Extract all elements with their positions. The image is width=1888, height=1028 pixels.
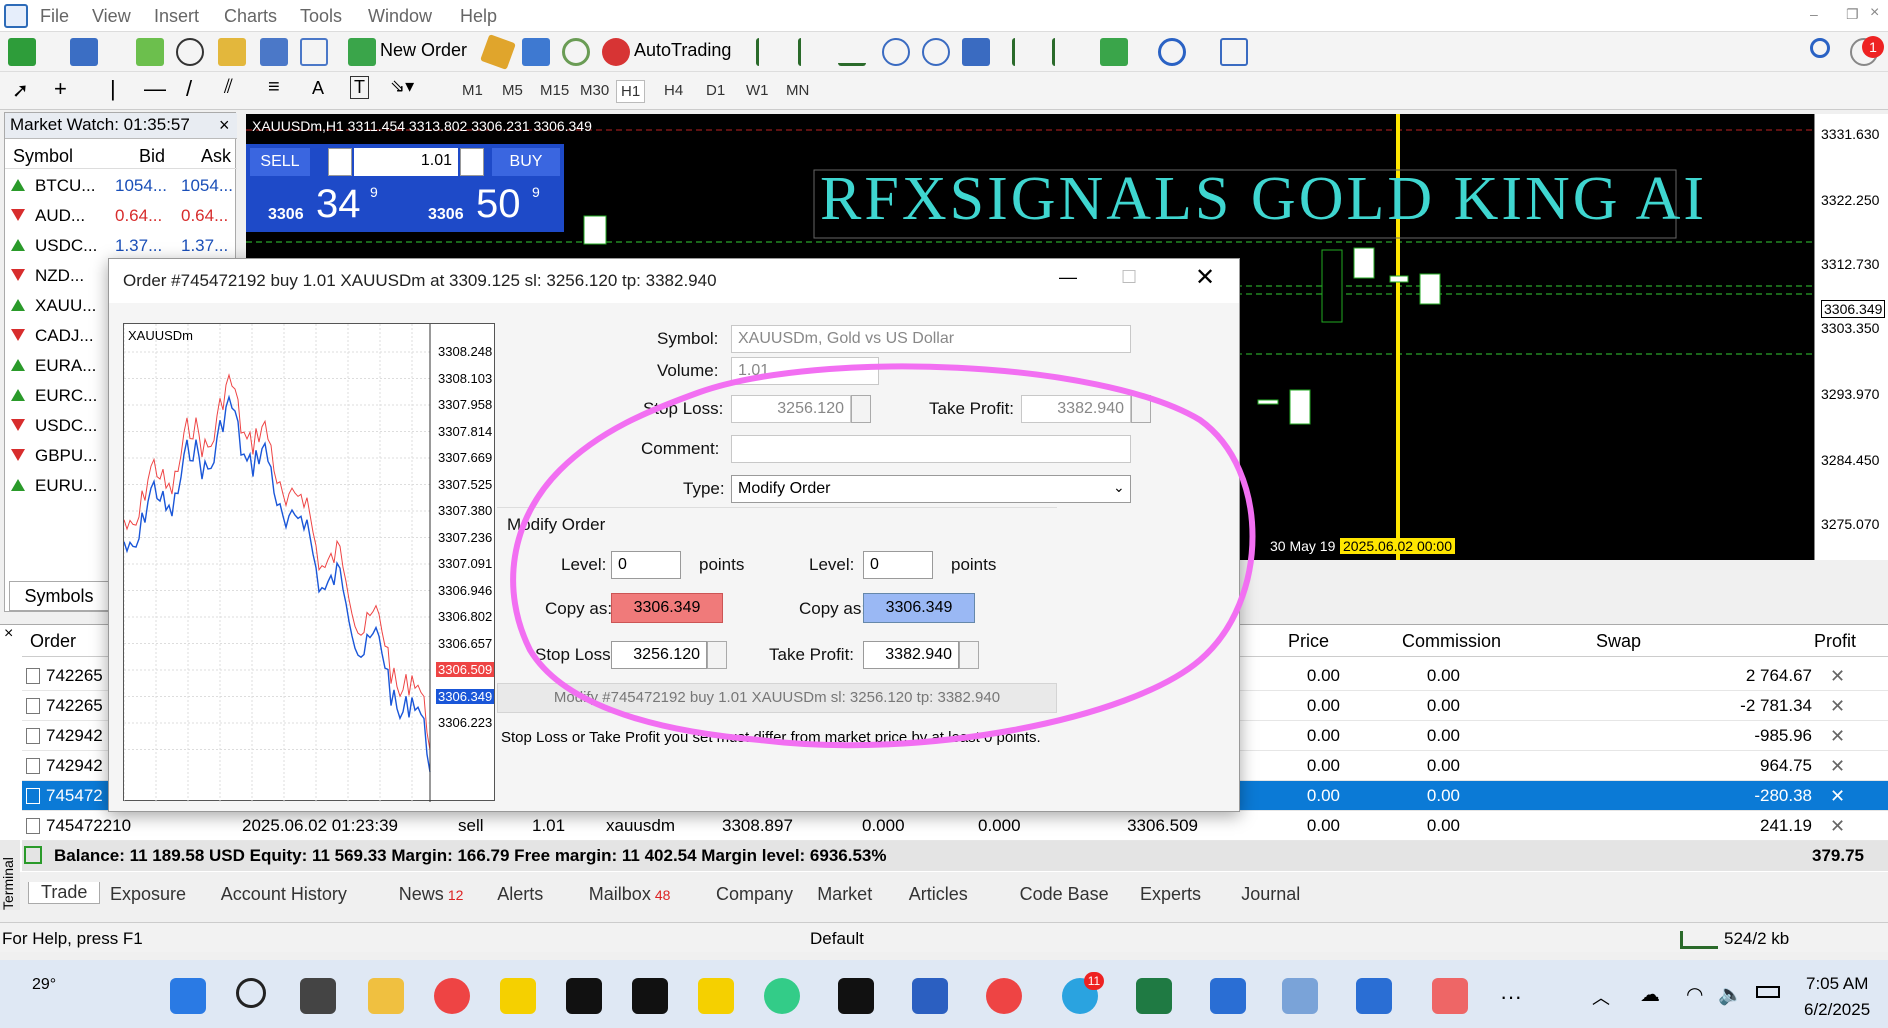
annotation-overlay [510, 363, 1256, 749]
pink-circle-annotation [510, 363, 1256, 749]
